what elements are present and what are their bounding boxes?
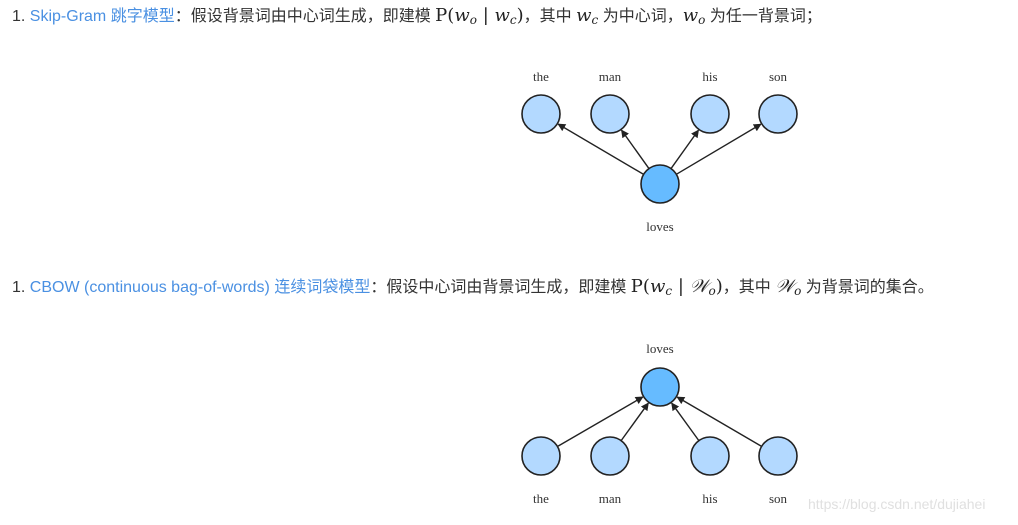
list-number: 1.	[12, 8, 26, 25]
context-node-man	[590, 94, 630, 134]
context-label-man: man	[599, 491, 622, 506]
context-node-son	[758, 94, 798, 134]
cbow-link[interactable]: CBOW (continuous bag-of-words) 连续词袋模型	[30, 279, 371, 296]
context-label-his: his	[702, 491, 717, 506]
edge-man	[621, 129, 650, 169]
skipgram-link[interactable]: Skip-Gram 跳字模型	[30, 8, 175, 25]
context-node-man	[590, 436, 630, 476]
context-label-man: man	[599, 69, 622, 84]
skipgram-prob-formula: P(wo | wc)	[435, 5, 524, 27]
center-node	[640, 164, 680, 204]
center-label: loves	[646, 219, 673, 234]
center-label: loves	[646, 341, 673, 356]
context-label-son: son	[769, 69, 788, 84]
skipgram-desc: ：假设背景词由中心词生成，即建模	[174, 8, 436, 25]
cbow-desc-3: 为背景词的集合。	[801, 279, 934, 296]
cbow-diagram: the man his son loves	[500, 330, 820, 520]
edge-his	[670, 129, 699, 169]
cbow-desc-2: ，其中	[722, 279, 776, 296]
skipgram-item: 1. Skip-Gram 跳字模型：假设背景词由中心词生成，即建模 P(wo |…	[12, 4, 822, 32]
edge-his	[671, 402, 700, 442]
skipgram-desc-2: ，其中	[523, 8, 577, 25]
center-node	[640, 367, 680, 407]
context-label-the: the	[533, 69, 549, 84]
edge-the	[557, 123, 644, 175]
skipgram-desc-3: 为中心词，	[598, 8, 683, 25]
watermark: https://blog.csdn.net/dujiahei	[808, 496, 986, 512]
list-number: 1.	[12, 279, 26, 296]
skipgram-wc-symbol: wc	[576, 5, 599, 27]
context-node-the	[521, 94, 561, 134]
skipgram-desc-4: 为任一背景词；	[705, 8, 822, 25]
cbow-Wo-symbol: 𝒲o	[775, 276, 802, 298]
context-node-his	[690, 94, 730, 134]
cbow-item: 1. CBOW (continuous bag-of-words) 连续词袋模型…	[12, 275, 934, 303]
skipgram-diagram: the man his son loves	[500, 60, 820, 240]
context-label-his: his	[702, 69, 717, 84]
context-label-the: the	[533, 491, 549, 506]
cbow-desc: ：假设中心词由背景词生成，即建模	[370, 279, 631, 296]
cbow-prob-formula: P(wc | 𝒲o)	[630, 276, 723, 298]
context-node-his	[690, 436, 730, 476]
context-node-the	[521, 436, 561, 476]
edge-man	[620, 402, 649, 442]
skipgram-wo-symbol: wo	[682, 5, 706, 27]
context-label-son: son	[769, 491, 788, 506]
context-node-son	[758, 436, 798, 476]
